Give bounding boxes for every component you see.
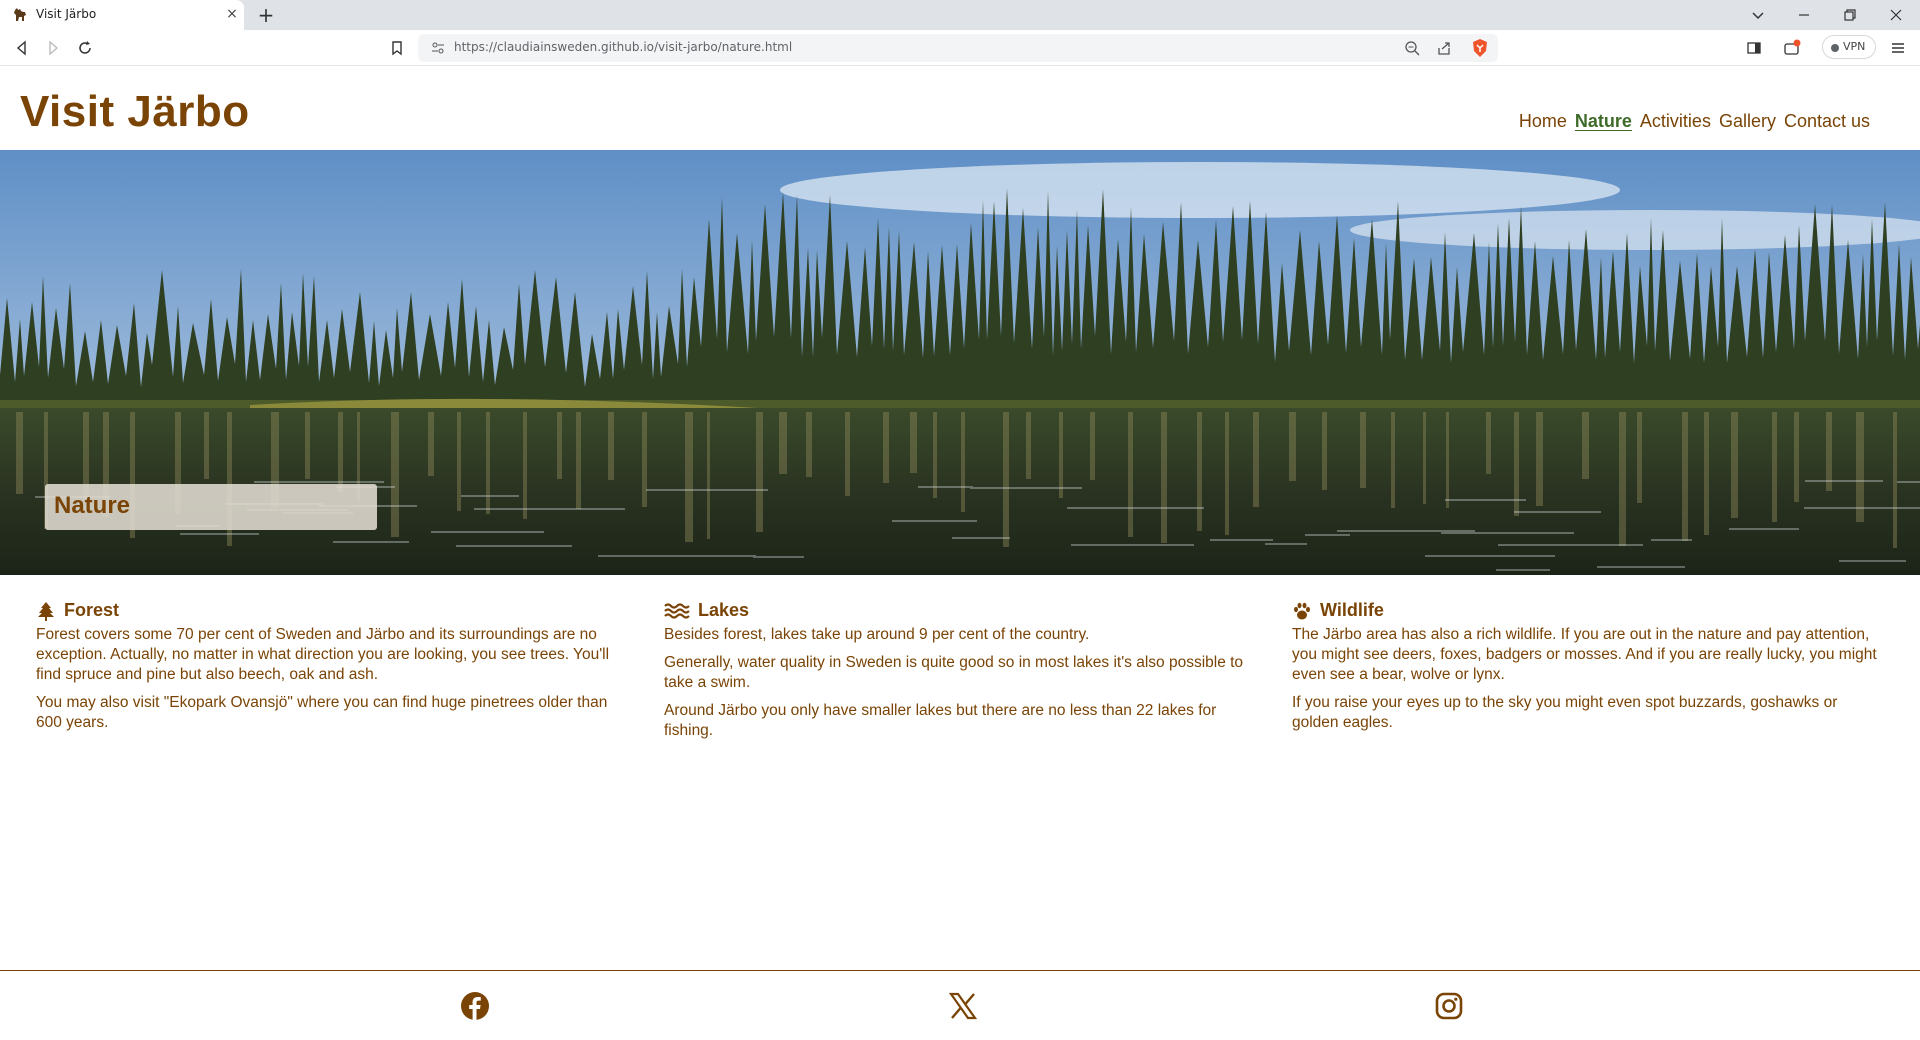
section-wildlife-paragraph: If you raise your eyes up to the sky you…: [1292, 694, 1838, 731]
browser-tab-strip: Visit Järbo × +: [0, 0, 1920, 30]
nav-item-activities[interactable]: Activities: [1640, 111, 1711, 132]
restore-icon[interactable]: [1840, 5, 1860, 25]
sidebar-toggle-icon[interactable]: [1744, 38, 1764, 58]
section-forest-title: Forest: [64, 600, 120, 620]
water-icon: [664, 602, 690, 619]
menu-icon[interactable]: [1888, 38, 1908, 58]
vpn-label: VPN: [1843, 40, 1866, 53]
section-wildlife-title: Wildlife: [1320, 600, 1384, 620]
section-lakes-heading: Lakes: [664, 600, 1254, 621]
bookmark-icon[interactable]: [387, 38, 407, 58]
section-wildlife-heading: Wildlife: [1292, 600, 1882, 621]
address-bar[interactable]: https://claudiainsweden.github.io/visit-…: [418, 34, 1498, 62]
instagram-icon[interactable]: [1434, 991, 1464, 1021]
site-header: Visit Järbo Home Nature Activities Galle…: [0, 67, 1920, 151]
wallet-icon[interactable]: [1782, 38, 1802, 58]
site-settings-icon[interactable]: [430, 40, 446, 56]
section-forest: Forest Forest covers some 70 per cent of…: [36, 600, 626, 741]
vpn-button[interactable]: VPN: [1822, 35, 1876, 59]
reload-icon[interactable]: [75, 38, 95, 58]
close-tab-icon[interactable]: ×: [224, 6, 240, 22]
url-text: https://claudiainsweden.github.io/visit-…: [454, 40, 793, 54]
back-icon[interactable]: [12, 38, 32, 58]
nav-item-gallery[interactable]: Gallery: [1719, 111, 1776, 132]
zoom-icon[interactable]: [1404, 40, 1420, 56]
new-tab-icon[interactable]: +: [256, 5, 276, 25]
minimize-icon[interactable]: [1794, 5, 1814, 25]
nav-item-nature[interactable]: Nature: [1575, 111, 1632, 132]
hero-caption-text: Nature: [54, 492, 131, 519]
close-window-icon[interactable]: [1886, 5, 1906, 25]
nav-item-home[interactable]: Home: [1519, 111, 1567, 132]
section-lakes: Lakes Besides forest, lakes take up arou…: [664, 600, 1254, 749]
section-lakes-paragraph: Generally, water quality in Sweden is qu…: [664, 654, 1244, 691]
hero-caption: Nature: [45, 484, 377, 530]
vpn-status-icon: [1831, 44, 1839, 52]
brave-shield-icon[interactable]: [1470, 38, 1490, 58]
section-forest-heading: Forest: [36, 600, 626, 621]
site-logo[interactable]: Visit Järbo: [20, 87, 250, 137]
moose-favicon-icon: [14, 8, 26, 21]
forward-icon[interactable]: [43, 38, 63, 58]
nav-item-contact[interactable]: Contact us: [1784, 111, 1870, 132]
hero-banner: Nature: [0, 150, 1920, 575]
section-lakes-paragraph: Around Järbo you only have smaller lakes…: [664, 702, 1217, 739]
browser-tab[interactable]: Visit Järbo ×: [0, 0, 244, 30]
section-lakes-paragraph: Besides forest, lakes take up around 9 p…: [664, 626, 1090, 643]
section-lakes-title: Lakes: [698, 600, 750, 620]
site-footer: [0, 970, 1920, 1040]
browser-toolbar: https://claudiainsweden.github.io/visit-…: [0, 30, 1920, 66]
tab-title: Visit Järbo: [36, 7, 97, 21]
tree-icon: [38, 601, 54, 621]
main-nav: Home Nature Activities Gallery Contact u…: [1519, 111, 1870, 132]
facebook-icon[interactable]: [460, 991, 490, 1021]
tab-list-chevron-icon[interactable]: [1748, 5, 1768, 25]
paw-icon: [1294, 602, 1310, 619]
x-icon[interactable]: [948, 991, 978, 1021]
section-wildlife: Wildlife The Järbo area has also a rich …: [1292, 600, 1882, 741]
section-forest-paragraph: You may also visit "Ekopark Ovansjö" whe…: [36, 694, 608, 731]
section-wildlife-paragraph: The Järbo area has also a rich wildlife.…: [1292, 626, 1877, 683]
section-forest-paragraph: Forest covers some 70 per cent of Sweden…: [36, 626, 610, 683]
share-icon[interactable]: [1436, 40, 1452, 56]
